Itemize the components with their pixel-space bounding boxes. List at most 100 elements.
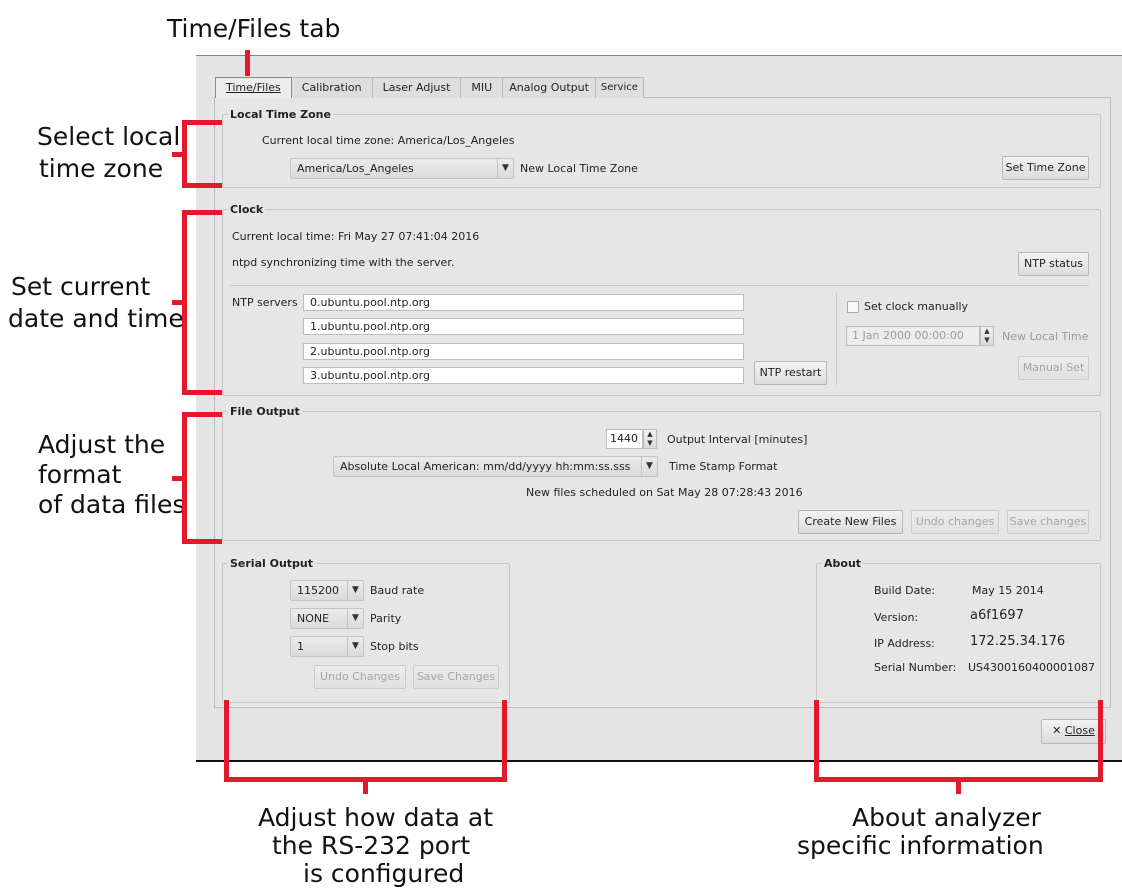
version-label: Version:	[874, 611, 919, 624]
close-button[interactable]: ✕ Close	[1041, 719, 1106, 744]
tab-analog-output[interactable]: Analog Output	[502, 77, 596, 98]
manual-time-input[interactable]: 1 Jan 2000 00:00:00	[846, 326, 980, 346]
timezone-select[interactable]: America/Los_Angeles ▼	[290, 158, 514, 179]
baud-rate-label: Baud rate	[370, 584, 425, 597]
bracket-serial-right	[502, 700, 507, 782]
chevron-down-icon: ▼	[347, 581, 363, 600]
version-value: a6f1697	[970, 608, 1024, 623]
parity-select[interactable]: NONE ▼	[290, 608, 364, 629]
ntp-restart-button[interactable]: NTP restart	[754, 361, 827, 385]
close-icon: ✕	[1052, 724, 1062, 737]
bracket-tz-bottom	[182, 183, 222, 188]
serial-output-title: Serial Output	[228, 557, 316, 570]
callout-file-fmt-3: of data files	[38, 490, 186, 519]
bracket-file-top	[182, 412, 222, 417]
clock-divider	[230, 285, 1089, 286]
ntp-server-field-2[interactable]: 2.ubuntu.pool.ntp.org	[303, 343, 744, 360]
manual-set-button[interactable]: Manual Set	[1018, 356, 1089, 380]
callout-select-tz-1: Select local	[37, 122, 181, 151]
bracket-file-tick	[172, 476, 184, 481]
ntp-server-field-1[interactable]: 1.ubuntu.pool.ntp.org	[303, 318, 744, 335]
parity-value: NONE	[297, 612, 330, 625]
bracket-serial-tick	[363, 780, 368, 794]
local-time-zone-title: Local Time Zone	[228, 108, 333, 121]
bracket-tz-tick	[172, 152, 184, 157]
set-clock-manually-label: Set clock manually	[864, 300, 969, 313]
window-top-border	[196, 55, 1122, 56]
callout-serial-1: Adjust how data at	[258, 803, 494, 832]
baud-rate-value: 115200	[297, 584, 339, 597]
ntp-status-button[interactable]: NTP status	[1018, 252, 1089, 276]
file-undo-changes-button[interactable]: Undo changes	[911, 510, 999, 534]
window-bottom-border	[196, 760, 1122, 762]
build-date-value: May 15 2014	[972, 584, 1044, 597]
tab-calibration[interactable]: Calibration	[290, 77, 373, 98]
ntp-server-field-3[interactable]: 3.ubuntu.pool.ntp.org	[303, 367, 744, 384]
chevron-down-icon: ▼	[347, 637, 363, 656]
tab-miu[interactable]: MIU	[460, 77, 504, 98]
callout-time-files-tab: Time/Files tab	[167, 14, 341, 43]
serial-number-value: US4300160400001087	[968, 661, 1096, 674]
callout-file-fmt-2: format	[38, 460, 122, 489]
serial-number-label: Serial Number:	[874, 661, 957, 674]
callout-tab-pointer	[245, 50, 250, 76]
close-button-label: Close	[1064, 724, 1095, 737]
current-timezone-label: Current local time zone: America/Los_Ang…	[262, 134, 515, 147]
bracket-file-bottom	[182, 539, 222, 544]
tab-time-files[interactable]: Time/Files	[215, 77, 292, 98]
callout-serial-3: is configured	[303, 859, 465, 888]
file-output-title: File Output	[228, 405, 302, 418]
tab-bar: Time/Files Calibration Laser Adjust MIU …	[215, 77, 644, 98]
ip-address-value: 172.25.34.176	[970, 634, 1066, 649]
chevron-down-icon: ▼	[641, 457, 657, 476]
bracket-about-right	[1098, 700, 1103, 782]
output-interval-input[interactable]: 1440	[606, 429, 643, 449]
ntp-status-text: ntpd synchronizing time with the server.	[232, 256, 455, 269]
new-local-time-label: New Local Time	[1002, 330, 1089, 343]
ntp-servers-label: NTP servers	[232, 296, 298, 309]
set-time-zone-button[interactable]: Set Time Zone	[1002, 156, 1089, 180]
manual-time-stepper[interactable]: ▲ ▼	[980, 326, 994, 346]
tab-laser-adjust[interactable]: Laser Adjust	[371, 77, 462, 98]
new-timezone-label: New Local Time Zone	[520, 162, 638, 175]
clock-vertical-divider	[836, 292, 837, 385]
tab-service[interactable]: Service	[594, 77, 644, 98]
callout-serial-2: the RS-232 port	[272, 831, 471, 860]
bracket-clock-top	[182, 210, 222, 215]
timezone-select-value: America/Los_Angeles	[297, 162, 414, 175]
current-local-time: Current local time: Fri May 27 07:41:04 …	[232, 230, 480, 243]
chevron-down-icon: ▼	[347, 609, 363, 628]
callout-select-tz-2: time zone	[39, 154, 164, 183]
chevron-down-icon: ▼	[497, 159, 513, 178]
ntp-server-field-0[interactable]: 0.ubuntu.pool.ntp.org	[303, 294, 744, 311]
serial-undo-changes-button[interactable]: Undo Changes	[314, 665, 406, 689]
serial-save-changes-button[interactable]: Save Changes	[413, 665, 499, 689]
about-group	[816, 563, 1101, 703]
callout-about-1: About analyzer	[852, 803, 1041, 832]
bracket-clock-bottom	[182, 390, 222, 395]
bracket-about-tick	[956, 780, 961, 794]
timestamp-format-label: Time Stamp Format	[669, 460, 778, 473]
parity-label: Parity	[370, 612, 402, 625]
callout-file-fmt-1: Adjust the	[38, 430, 166, 459]
callout-set-clock-1: Set current	[11, 272, 151, 301]
callout-about-2: specific information	[797, 831, 1044, 860]
timestamp-format-select[interactable]: Absolute Local American: mm/dd/yyyy hh:m…	[333, 456, 658, 477]
bracket-about-left	[814, 700, 819, 782]
ip-address-label: IP Address:	[874, 637, 935, 650]
file-save-changes-button[interactable]: Save changes	[1007, 510, 1089, 534]
bracket-tz-top	[182, 120, 222, 125]
stop-bits-select[interactable]: 1 ▼	[290, 636, 364, 657]
set-clock-manually-checkbox[interactable]	[847, 301, 859, 313]
clock-title: Clock	[228, 203, 266, 216]
about-title: About	[822, 557, 864, 570]
callout-set-clock-2: date and time	[8, 304, 184, 333]
output-interval-stepper[interactable]: ▲ ▼	[643, 429, 657, 449]
timestamp-format-value: Absolute Local American: mm/dd/yyyy hh:m…	[340, 460, 631, 473]
bracket-serial-left	[224, 700, 229, 782]
create-new-files-button[interactable]: Create New Files	[798, 510, 903, 534]
build-date-label: Build Date:	[874, 584, 936, 597]
stop-bits-value: 1	[297, 640, 304, 653]
output-interval-label: Output Interval [minutes]	[667, 433, 808, 446]
baud-rate-select[interactable]: 115200 ▼	[290, 580, 364, 601]
